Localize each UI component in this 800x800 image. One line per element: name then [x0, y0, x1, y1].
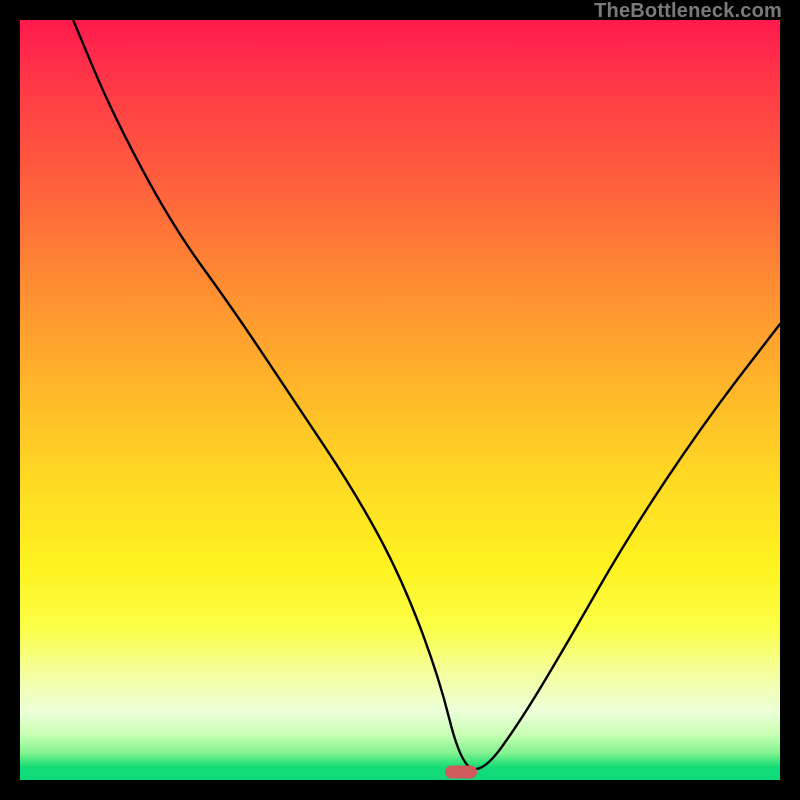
- plot-area: [20, 20, 780, 780]
- chart-frame: TheBottleneck.com: [0, 0, 800, 800]
- bottleneck-curve: [20, 20, 780, 780]
- optimal-marker: [445, 766, 477, 779]
